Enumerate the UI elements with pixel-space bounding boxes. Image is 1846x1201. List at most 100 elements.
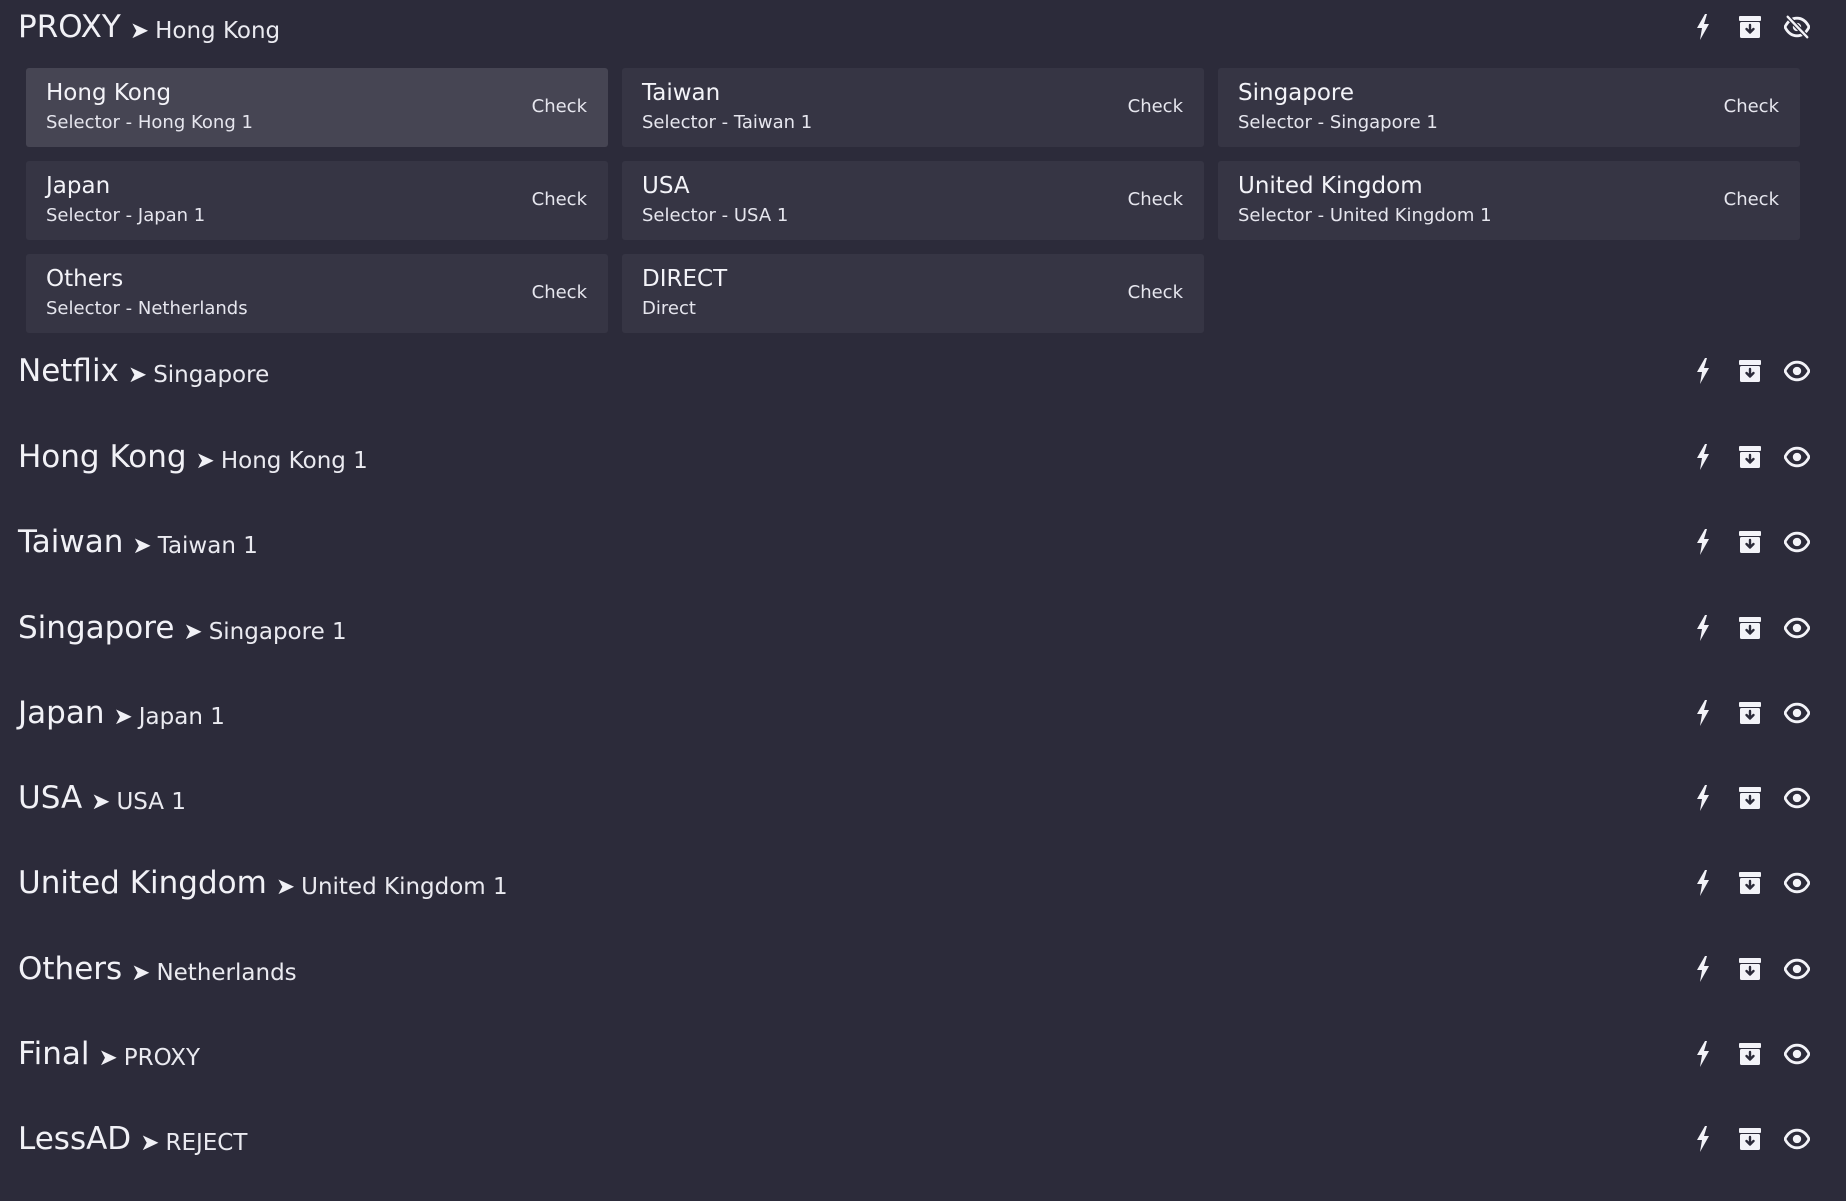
lightning-bolt-icon[interactable] [1690, 615, 1716, 641]
proxy-name: USA [642, 173, 690, 199]
group-title: Taiwan ➤ Taiwan 1 [18, 524, 1690, 560]
eye-icon[interactable] [1784, 785, 1810, 811]
lightning-bolt-icon[interactable] [1690, 870, 1716, 896]
group-actions [1690, 358, 1810, 384]
proxy-type: Selector - USA 1 [642, 205, 789, 226]
group-name: LessAD [18, 1121, 132, 1157]
eye-icon[interactable] [1784, 870, 1810, 896]
lightning-bolt-icon[interactable] [1690, 444, 1716, 470]
group-selected-proxy: Japan 1 [138, 704, 225, 730]
archive-box-icon[interactable] [1737, 615, 1763, 641]
group-name: Others [18, 951, 123, 987]
arrow-icon: ➤ [183, 619, 203, 645]
group-header[interactable]: USA ➤ USA 1 [18, 775, 1828, 821]
check-button[interactable]: Check [1724, 96, 1779, 117]
check-button[interactable]: Check [1128, 282, 1183, 303]
group-header[interactable]: Singapore ➤ Singapore 1 [18, 605, 1828, 651]
eye-icon[interactable] [1784, 444, 1810, 470]
check-button[interactable]: Check [1128, 189, 1183, 210]
lightning-bolt-icon[interactable] [1690, 14, 1716, 40]
arrow-icon: ➤ [129, 18, 150, 44]
proxy-card-hong-kong[interactable]: Hong Kong Selector - Hong Kong 1 Check [26, 68, 608, 147]
arrow-icon: ➤ [140, 1130, 160, 1156]
proxy-card-japan[interactable]: Japan Selector - Japan 1 Check [26, 161, 608, 240]
group-name: Hong Kong [18, 439, 187, 475]
archive-box-icon[interactable] [1737, 956, 1763, 982]
group-name: Netflix [18, 353, 119, 389]
group-header[interactable]: LessAD ➤ REJECT [18, 1116, 1828, 1162]
proxy-card-singapore[interactable]: Singapore Selector - Singapore 1 Check [1218, 68, 1800, 147]
group-title: Netflix ➤ Singapore [18, 353, 1690, 389]
group-title: LessAD ➤ REJECT [18, 1121, 1690, 1157]
archive-box-icon[interactable] [1737, 1126, 1763, 1152]
check-button[interactable]: Check [532, 189, 587, 210]
proxy-type: Selector - Japan 1 [46, 205, 206, 226]
archive-box-icon[interactable] [1737, 700, 1763, 726]
group-selected-proxy: PROXY [123, 1045, 201, 1071]
eye-icon[interactable] [1784, 700, 1810, 726]
proxy-card-usa[interactable]: USA Selector - USA 1 Check [622, 161, 1204, 240]
eye-slash-icon[interactable] [1784, 14, 1810, 40]
proxy-card-united-kingdom[interactable]: United Kingdom Selector - United Kingdom… [1218, 161, 1800, 240]
arrow-icon: ➤ [91, 789, 111, 815]
group-title: USA ➤ USA 1 [18, 780, 1690, 816]
archive-box-icon[interactable] [1737, 14, 1763, 40]
lightning-bolt-icon[interactable] [1690, 956, 1716, 982]
group-selected-proxy: Hong Kong [155, 18, 281, 44]
group-title: Others ➤ Netherlands [18, 951, 1690, 987]
eye-icon[interactable] [1784, 358, 1810, 384]
group-title: Japan ➤ Japan 1 [18, 695, 1690, 731]
proxy-card-taiwan[interactable]: Taiwan Selector - Taiwan 1 Check [622, 68, 1204, 147]
archive-box-icon[interactable] [1737, 529, 1763, 555]
check-button[interactable]: Check [1128, 96, 1183, 117]
lightning-bolt-icon[interactable] [1690, 529, 1716, 555]
group-selected-proxy: United Kingdom 1 [301, 874, 508, 900]
group-header[interactable]: Hong Kong ➤ Hong Kong 1 [18, 434, 1828, 480]
archive-box-icon[interactable] [1737, 444, 1763, 470]
archive-box-icon[interactable] [1737, 785, 1763, 811]
arrow-icon: ➤ [132, 533, 152, 559]
eye-icon[interactable] [1784, 1041, 1810, 1067]
check-button[interactable]: Check [532, 96, 587, 117]
lightning-bolt-icon[interactable] [1690, 785, 1716, 811]
group-title: Final ➤ PROXY [18, 1036, 1690, 1072]
group-title: Hong Kong ➤ Hong Kong 1 [18, 439, 1690, 475]
archive-box-icon[interactable] [1737, 870, 1763, 896]
eye-icon[interactable] [1784, 1126, 1810, 1152]
eye-icon[interactable] [1784, 615, 1810, 641]
group-name: Singapore [18, 610, 175, 646]
proxy-card-others[interactable]: Others Selector - Netherlands Check [26, 254, 608, 333]
eye-icon[interactable] [1784, 529, 1810, 555]
group-header[interactable]: Netflix ➤ Singapore [18, 348, 1828, 394]
arrow-icon: ➤ [131, 960, 151, 986]
lightning-bolt-icon[interactable] [1690, 1041, 1716, 1067]
archive-box-icon[interactable] [1737, 1041, 1763, 1067]
proxy-type: Selector - United Kingdom 1 [1238, 205, 1492, 226]
group-header[interactable]: Taiwan ➤ Taiwan 1 [18, 519, 1828, 565]
lightning-bolt-icon[interactable] [1690, 358, 1716, 384]
arrow-icon: ➤ [113, 704, 133, 730]
proxy-name: DIRECT [642, 266, 728, 292]
group-header[interactable]: United Kingdom ➤ United Kingdom 1 [18, 860, 1828, 906]
group-actions [1690, 1126, 1810, 1152]
group-header[interactable]: Japan ➤ Japan 1 [18, 690, 1828, 736]
check-button[interactable]: Check [532, 282, 587, 303]
group-header-proxy[interactable]: PROXY ➤ Hong Kong [18, 4, 1828, 50]
arrow-icon: ➤ [127, 362, 148, 388]
proxy-card-direct[interactable]: DIRECT Direct Check [622, 254, 1204, 333]
arrow-icon: ➤ [275, 874, 296, 900]
group-header[interactable]: Others ➤ Netherlands [18, 946, 1828, 992]
group-header[interactable]: Final ➤ PROXY [18, 1031, 1828, 1077]
lightning-bolt-icon[interactable] [1690, 700, 1716, 726]
group-name: Final [18, 1036, 90, 1072]
group-name: Taiwan [18, 524, 124, 560]
lightning-bolt-icon[interactable] [1690, 1126, 1716, 1152]
arrow-icon: ➤ [98, 1045, 118, 1071]
check-button[interactable]: Check [1724, 189, 1779, 210]
proxy-name: United Kingdom [1238, 173, 1423, 199]
group-name: USA [18, 780, 83, 816]
group-selected-proxy: Singapore 1 [208, 619, 347, 645]
eye-icon[interactable] [1784, 956, 1810, 982]
group-selected-proxy: Singapore [153, 362, 270, 388]
archive-box-icon[interactable] [1737, 358, 1763, 384]
